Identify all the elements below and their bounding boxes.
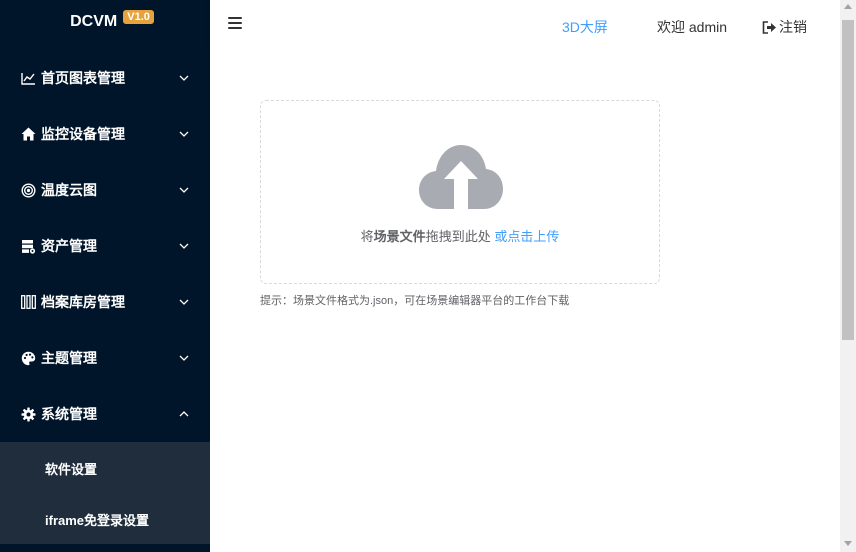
cloud-upload-icon — [419, 145, 503, 209]
palette-icon — [20, 350, 36, 366]
top-header: 3D大屏 欢迎 admin 注销 — [210, 0, 840, 50]
home-icon — [20, 126, 36, 142]
system-submenu: 软件设置 iframe免登录设置 — [0, 442, 210, 544]
click-upload-link[interactable]: 或点击上传 — [494, 229, 559, 244]
sidebar-item-label: 资产管理 — [41, 238, 97, 254]
upload-text-middle: 拖拽到此处 — [425, 229, 495, 244]
sidebar-item-archive-room[interactable]: 档案库房管理 — [0, 274, 210, 330]
scene-file-upload-dropzone[interactable]: 将场景文件拖拽到此处 或点击上传 — [260, 100, 660, 284]
sidebar-item-label: 主题管理 — [41, 350, 97, 366]
sidebar-item-label: 监控设备管理 — [41, 126, 125, 142]
sidebar-item-system[interactable]: 系统管理 — [0, 386, 210, 442]
server-icon — [20, 238, 36, 254]
upload-text-bold: 场景文件 — [373, 229, 426, 244]
scrollbar-thumb[interactable] — [842, 20, 854, 340]
3d-screen-link[interactable]: 3D大屏 — [562, 17, 608, 37]
sidebar-item-charts[interactable]: 首页图表管理 — [0, 50, 210, 106]
sidebar-item-assets[interactable]: 资产管理 — [0, 218, 210, 274]
menu-toggle-icon[interactable] — [228, 17, 242, 31]
sidebar-item-themes[interactable]: 主题管理 — [0, 330, 210, 386]
chevron-down-icon — [178, 184, 190, 196]
sidebar-menu: 首页图表管理 监控设备管理 温度云图 资产管理 档案库房管理 主题管理 系统管理… — [0, 50, 210, 544]
scroll-down-arrow-icon[interactable] — [844, 541, 852, 546]
main-content: 将场景文件拖拽到此处 或点击上传 提示：场景文件格式为.json，可在场景编辑器… — [210, 50, 840, 552]
upload-tip: 提示：场景文件格式为.json，可在场景编辑器平台的工作台下载 — [260, 295, 570, 307]
chevron-up-icon — [178, 408, 190, 420]
sidebar-subitem-iframe-login-settings[interactable]: iframe免登录设置 — [0, 494, 210, 544]
sidebar-item-label: 温度云图 — [41, 182, 97, 198]
gear-icon — [20, 406, 36, 422]
chevron-down-icon — [178, 352, 190, 364]
welcome-text: 欢迎 admin — [657, 19, 728, 35]
chevron-down-icon — [178, 72, 190, 84]
archive-shelf-icon — [20, 294, 36, 310]
sidebar-item-monitor-devices[interactable]: 监控设备管理 — [0, 106, 210, 162]
scroll-up-arrow-icon[interactable] — [844, 4, 852, 9]
chevron-down-icon — [178, 296, 190, 308]
sidebar-item-label: 系统管理 — [41, 406, 97, 422]
radar-icon — [20, 182, 36, 198]
sign-out-icon — [762, 20, 776, 34]
sidebar-item-temperature-cloud[interactable]: 温度云图 — [0, 162, 210, 218]
brand-name: DCVM — [70, 13, 118, 30]
logout-button[interactable]: 注销 — [762, 17, 807, 37]
line-chart-icon — [20, 70, 36, 86]
brand: DCVM V1.0 — [0, 0, 210, 44]
version-badge: V1.0 — [123, 10, 154, 24]
upload-instruction: 将场景文件拖拽到此处 或点击上传 — [261, 226, 659, 245]
chevron-down-icon — [178, 240, 190, 252]
chevron-down-icon — [178, 128, 190, 140]
logout-label: 注销 — [779, 19, 807, 35]
sidebar: DCVM V1.0 首页图表管理 监控设备管理 温度云图 资产管理 档案库房管理… — [0, 0, 210, 552]
upload-text-prefix: 将 — [360, 229, 374, 244]
sidebar-subitem-software-settings[interactable]: 软件设置 — [0, 442, 210, 494]
sidebar-item-label: 档案库房管理 — [41, 294, 125, 310]
sidebar-item-label: 首页图表管理 — [41, 70, 125, 86]
page-scrollbar[interactable] — [840, 0, 856, 552]
